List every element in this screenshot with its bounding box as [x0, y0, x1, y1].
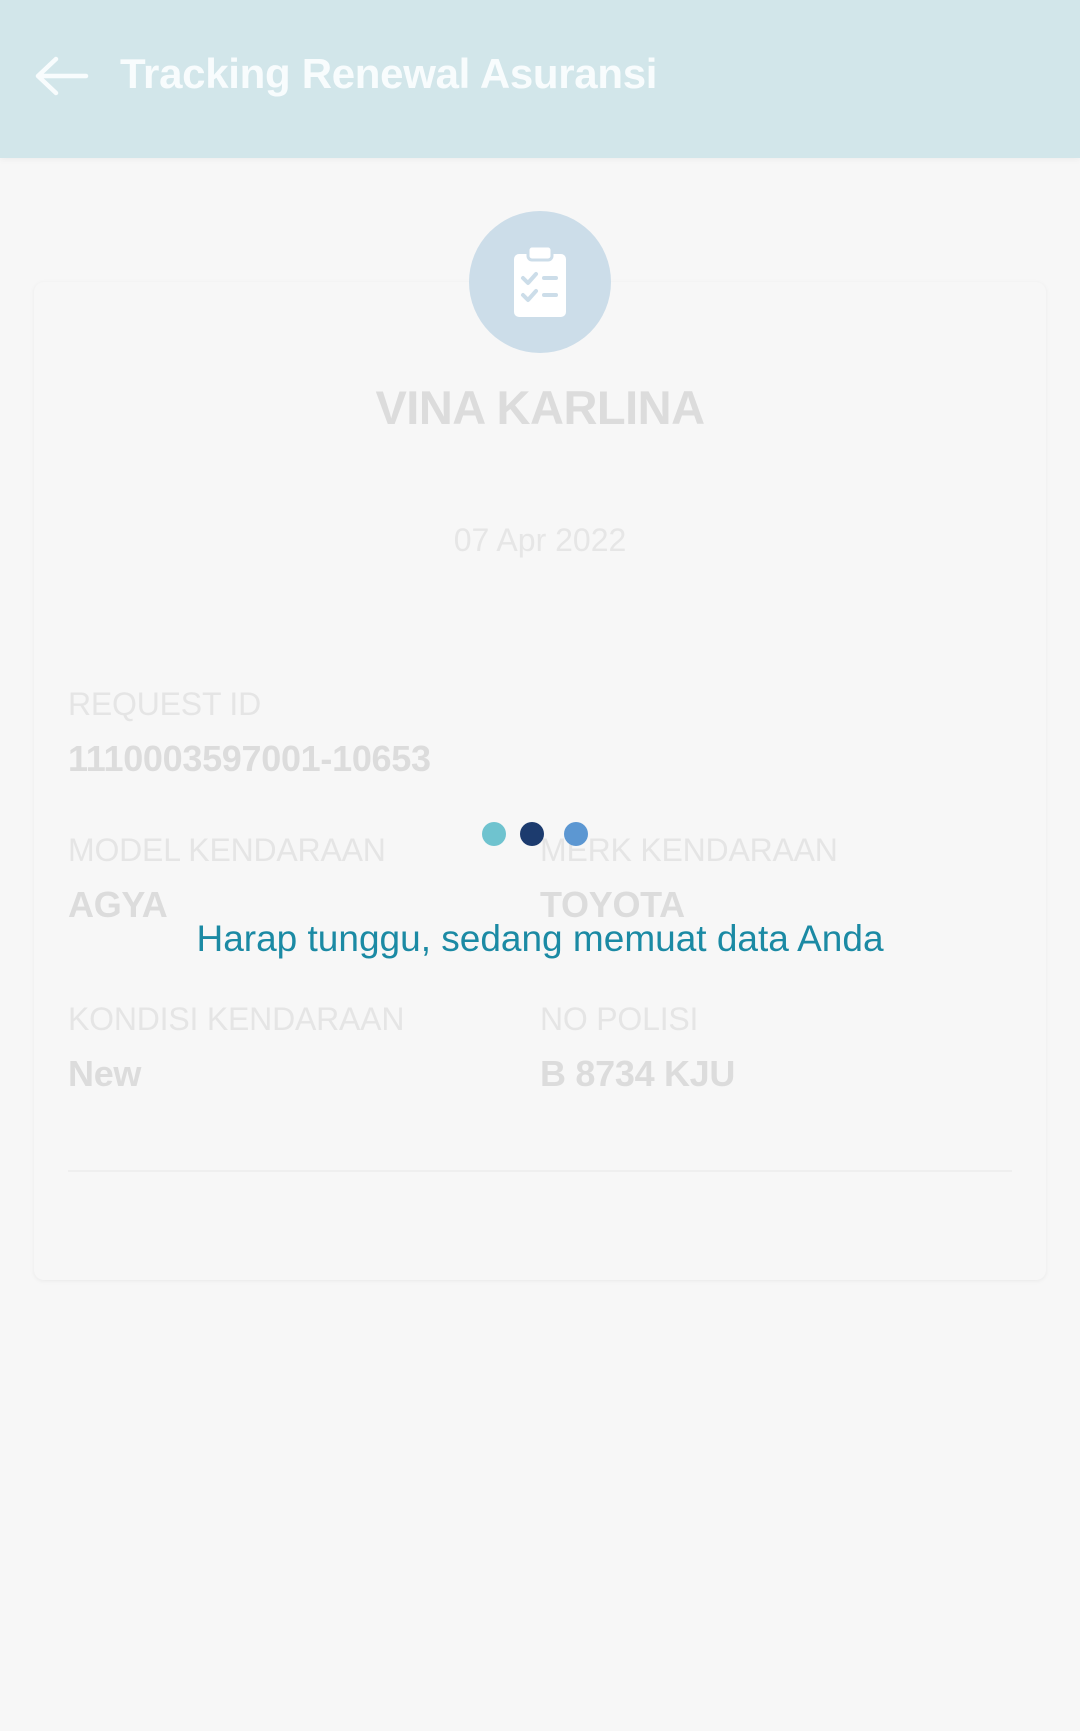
page-title: Tracking Renewal Asuransi	[120, 50, 658, 97]
loading-dot	[564, 822, 588, 846]
back-button[interactable]	[26, 40, 98, 112]
condition-label: KONDISI KENDARAAN	[68, 1001, 405, 1037]
arrow-left-icon	[34, 56, 90, 96]
request-date: 07 Apr 2022	[453, 522, 627, 558]
customer-name: VINA KARLINA	[375, 381, 705, 434]
clipboard-checklist-icon	[512, 244, 568, 319]
loading-dot	[482, 822, 506, 846]
app-bar: Tracking Renewal Asuransi	[0, 0, 1080, 158]
plate-value: B 8734 KJU	[540, 1053, 736, 1094]
loading-indicator	[482, 822, 592, 848]
avatar	[469, 211, 611, 353]
plate-label: NO POLISI	[540, 1001, 699, 1037]
card-divider	[68, 1170, 1012, 1172]
request-id-label: REQUEST ID	[68, 686, 262, 722]
request-id-value: 1110003597001-10653	[68, 738, 431, 779]
model-label: MODEL KENDARAAN	[68, 832, 386, 868]
loading-dot	[520, 822, 544, 846]
condition-value: New	[68, 1053, 142, 1094]
loading-message: Harap tunggu, sedang memuat data Anda	[196, 918, 884, 959]
